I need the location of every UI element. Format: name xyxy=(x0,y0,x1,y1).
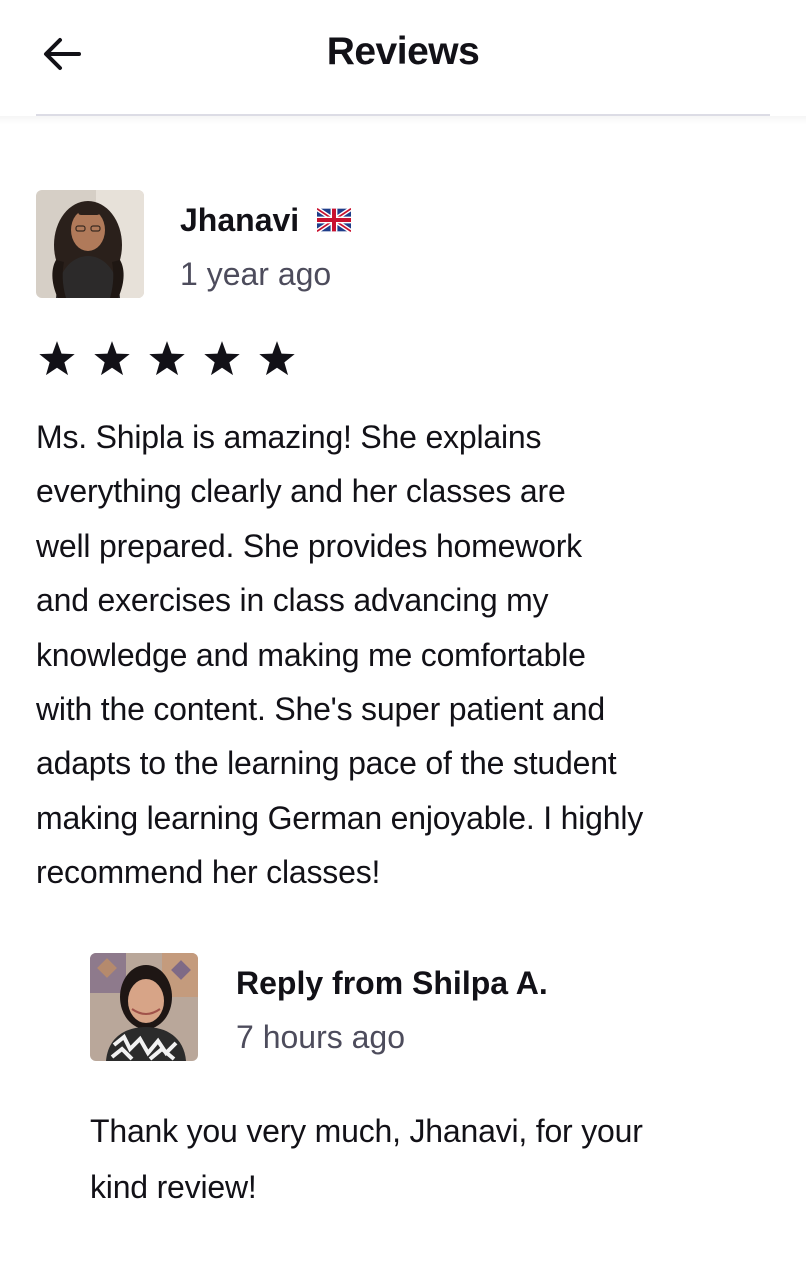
reviewer-avatar[interactable] xyxy=(36,190,144,298)
review-text: Ms. Shipla is amazing! She explains ever… xyxy=(36,419,644,891)
reviewer-name: Jhanavi xyxy=(180,202,300,238)
star-icon xyxy=(39,341,75,376)
uk-flag-icon xyxy=(317,207,352,233)
page-title: Reviews xyxy=(326,30,480,73)
review-date: 1 year ago xyxy=(180,256,332,292)
reviewer-name-line: Jhanavi xyxy=(180,198,352,242)
star-rating xyxy=(36,338,298,380)
top-app-bar: Reviews xyxy=(0,0,806,104)
tutor-avatar[interactable] xyxy=(90,953,198,1061)
header-shadow xyxy=(0,116,806,124)
star-icon xyxy=(149,341,185,376)
reply-date: 7 hours ago xyxy=(236,1019,406,1055)
star-icon xyxy=(94,341,130,376)
review-card: Jhanavi 1 year ago Ms. Shipla is amazing… xyxy=(36,190,776,890)
star-icon xyxy=(259,341,295,376)
reply-text: Thank you very much, Jhanavi, for your k… xyxy=(90,1113,643,1205)
star-icon xyxy=(204,341,240,376)
reviewer-info: Jhanavi 1 year ago xyxy=(36,190,776,302)
reviews-screen: Reviews Jhanavi 1 year ago Ms. Shipla is… xyxy=(0,0,806,1280)
reply-from-label: Reply from Shilpa A. xyxy=(236,965,548,1001)
